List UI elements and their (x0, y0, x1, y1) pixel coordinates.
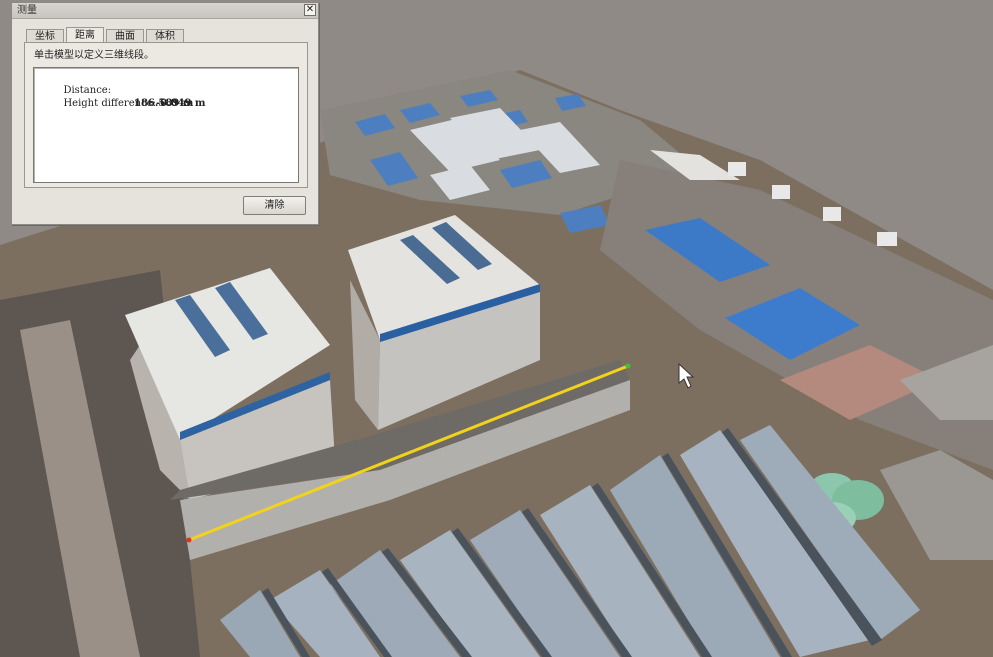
dialog-title: 测量 (17, 5, 37, 16)
tab-surface[interactable]: 曲面 (106, 29, 144, 43)
clear-button[interactable]: 清除 (243, 196, 306, 215)
close-icon[interactable]: ✕ (304, 4, 316, 16)
results-textbox[interactable]: Distance: 186.589 m Height difference:-0… (33, 67, 299, 183)
tab-volume[interactable]: 体积 (146, 29, 184, 43)
instruction-text: 单击模型以定义三维线段。 (34, 50, 154, 61)
height-difference-value: -0.049 m (155, 98, 206, 109)
measurement-end-point (625, 363, 631, 369)
tab-coordinates[interactable]: 坐标 (26, 29, 64, 43)
measurement-start-point (186, 537, 192, 543)
tab-panel: 单击模型以定义三维线段。 Distance: 186.589 m Height … (24, 42, 308, 188)
dialog-titlebar[interactable]: 测量 ✕ (12, 3, 318, 19)
tab-bar: 坐标 距离 曲面 体积 (26, 27, 186, 44)
height-difference-label: Height difference: (63, 98, 156, 109)
height-difference-row: Height difference:-0.049 m (38, 84, 206, 123)
measure-dialog: 测量 ✕ 坐标 距离 曲面 体积 单击模型以定义三维线段。 Distance: … (11, 2, 319, 225)
